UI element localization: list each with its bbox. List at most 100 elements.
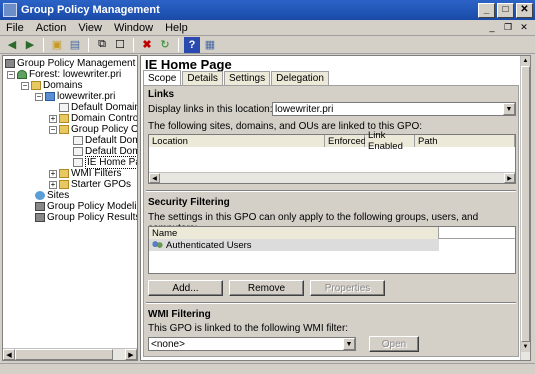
remove-button[interactable]: Remove — [229, 280, 304, 296]
tab-delegation[interactable]: Delegation — [271, 71, 329, 85]
tree-item-ie-home-page[interactable]: IE Home Page — [73, 156, 137, 169]
tab-settings[interactable]: Settings — [223, 71, 271, 85]
tree-label: WMI Filters — [71, 168, 122, 179]
collapse-icon[interactable]: − — [35, 92, 43, 101]
tree-item-domain[interactable]: − lowewriter.pri — [35, 91, 115, 102]
menu-file[interactable]: File — [0, 22, 30, 34]
tree-label: Domain Controller — [71, 113, 138, 124]
tree-item-root[interactable]: Group Policy Management — [5, 58, 135, 69]
tree-label: Group Policy Management — [17, 58, 136, 69]
minimize-button[interactable]: _ — [478, 2, 495, 18]
security-filter-list[interactable]: Name Authenticated Users — [148, 226, 516, 274]
tree-label: lowewriter.pri — [57, 91, 116, 102]
location-value: lowewriter.pri — [275, 103, 334, 115]
show-tree-icon[interactable]: ▤ — [67, 37, 83, 53]
mdi-controls: _ ❐ ✕ — [485, 21, 531, 33]
add-button[interactable]: Add... — [148, 280, 223, 296]
tree-item-default-domain-policy[interactable]: Default Domain Po — [59, 102, 138, 113]
column-enforced[interactable]: Enforced — [325, 135, 366, 147]
mdi-minimize-button[interactable]: _ — [485, 21, 499, 33]
expand-icon[interactable]: + — [49, 114, 57, 123]
back-icon[interactable]: ◀ — [4, 37, 20, 53]
tree-horizontal-scrollbar[interactable]: ◀ ▶ — [3, 348, 137, 360]
users-icon — [152, 240, 163, 250]
chevron-down-icon[interactable]: ▼ — [503, 103, 515, 115]
expand-icon[interactable]: + — [49, 169, 57, 178]
toolbar-separator — [88, 37, 89, 52]
tree-item-gpo-objects[interactable]: − Group Policy Obje — [49, 124, 137, 135]
up-folder-icon[interactable]: ▣ — [49, 37, 65, 53]
scroll-left-icon[interactable]: ◀ — [149, 173, 160, 183]
tree-item-sites[interactable]: Sites — [35, 190, 69, 201]
tree-label: Default Domain Po — [71, 102, 138, 113]
column-location[interactable]: Location — [149, 135, 325, 147]
column-path[interactable]: Path — [415, 135, 515, 147]
wmi-filter-dropdown[interactable]: <none> ▼ — [148, 337, 356, 351]
collapse-icon[interactable]: − — [7, 70, 15, 79]
toolbar-separator — [43, 37, 44, 52]
refresh-icon[interactable]: ↻ — [157, 37, 173, 53]
tree-item-wmi-filters[interactable]: + WMI Filters — [49, 168, 122, 179]
tab-scope[interactable]: Scope — [143, 70, 182, 85]
column-link-enabled[interactable]: Link Enabled — [365, 130, 415, 152]
folder-icon — [59, 169, 69, 178]
tree-item-modeling[interactable]: Group Policy Modeling — [35, 201, 138, 212]
expand-icon[interactable]: + — [49, 180, 57, 189]
scroll-thumb[interactable] — [15, 349, 113, 360]
forward-icon[interactable]: ▶ — [22, 37, 38, 53]
details-vertical-scrollbar[interactable]: ▲ ▼ — [520, 56, 530, 360]
chevron-down-icon[interactable]: ▼ — [343, 338, 355, 350]
tree-item-results[interactable]: Group Policy Results — [35, 212, 137, 223]
column-name[interactable]: Name — [149, 227, 439, 239]
scroll-right-icon[interactable]: ▶ — [504, 173, 515, 183]
tree-label: Group Policy Modeling — [47, 201, 138, 212]
security-list-header: Name — [149, 227, 515, 239]
tree-label: Group Policy Obje — [71, 124, 137, 135]
menu-help[interactable]: Help — [159, 22, 194, 34]
security-filtering-heading: Security Filtering — [148, 197, 230, 208]
sites-icon — [35, 191, 45, 200]
help-icon[interactable]: ? — [184, 36, 200, 53]
links-list[interactable]: Location Enforced Link Enabled Path ◀ ▶ — [148, 130, 516, 184]
properties-button[interactable]: Properties — [310, 280, 385, 296]
tree-item-domains[interactable]: − Domains — [21, 80, 82, 91]
links-list-header: Location Enforced Link Enabled Path — [149, 130, 515, 152]
collapse-icon[interactable]: − — [21, 81, 29, 90]
console-tree[interactable]: Group Policy Management − Forest: lowewr… — [2, 55, 138, 361]
collapse-icon[interactable]: − — [49, 125, 57, 134]
tree-label: Sites — [47, 190, 70, 201]
scroll-right-icon[interactable]: ▶ — [125, 349, 137, 360]
display-links-label: Display links in this location: — [148, 104, 273, 115]
menu-action[interactable]: Action — [30, 22, 73, 34]
copy-icon[interactable]: ⧉ — [94, 37, 110, 53]
links-horizontal-scrollbar[interactable]: ◀ ▶ — [149, 172, 515, 183]
details-pane: IE Home Page Scope Details Settings Dele… — [140, 55, 531, 361]
scroll-left-icon[interactable]: ◀ — [3, 349, 15, 360]
folder-icon — [59, 180, 69, 189]
open-button[interactable]: Open — [369, 336, 419, 352]
menu-window[interactable]: Window — [108, 22, 159, 34]
close-button[interactable]: ✕ — [516, 2, 533, 18]
wmi-filter-value: <none> — [151, 338, 185, 350]
mdi-close-button[interactable]: ✕ — [517, 21, 531, 33]
properties-icon[interactable]: ☐ — [112, 37, 128, 53]
wmi-filtering-text: This GPO is linked to the following WMI … — [148, 323, 349, 334]
delete-icon[interactable]: ✖ — [139, 37, 155, 53]
gpo-icon — [73, 136, 83, 145]
tab-details[interactable]: Details — [182, 71, 223, 85]
tree-item-starter-gpos[interactable]: + Starter GPOs — [49, 179, 131, 190]
mdi-restore-button[interactable]: ❐ — [501, 21, 515, 33]
scroll-thumb[interactable] — [521, 66, 530, 342]
tree-label: Default Doma — [85, 135, 137, 146]
location-dropdown[interactable]: lowewriter.pri ▼ — [272, 102, 516, 116]
modeling-icon — [35, 202, 45, 211]
console-icon[interactable]: ▦ — [202, 37, 218, 53]
scroll-up-icon[interactable]: ▲ — [521, 56, 530, 66]
scroll-down-icon[interactable]: ▼ — [521, 342, 530, 352]
tree-item-domain-controllers[interactable]: + Domain Controller — [49, 113, 138, 124]
tree-item-gpo-default-1[interactable]: Default Doma — [73, 135, 137, 146]
maximize-button[interactable]: □ — [497, 2, 514, 18]
list-item[interactable]: Authenticated Users — [149, 239, 439, 251]
menu-view[interactable]: View — [72, 22, 108, 34]
tree-item-forest[interactable]: − Forest: lowewriter.pri — [7, 69, 121, 80]
